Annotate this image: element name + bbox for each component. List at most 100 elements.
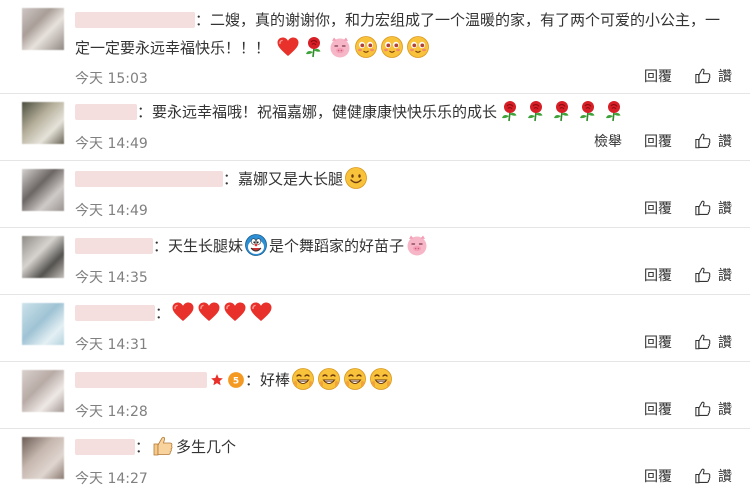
avatar[interactable]	[22, 169, 64, 211]
pig-icon	[405, 233, 429, 257]
comment-text-line1: ：二嫂，真的谢谢你，和力宏组成了一个温暖的家，有了两个可爱的小公主，一	[195, 11, 721, 29]
star-icon	[210, 373, 224, 387]
thumbs-up-icon	[694, 132, 712, 150]
like-label: 讚	[718, 469, 732, 485]
timestamp: 今天 15:03	[75, 71, 148, 87]
comment-separator: ：	[135, 438, 151, 456]
reply-button[interactable]: 回覆	[644, 131, 672, 151]
avatar[interactable]	[22, 236, 64, 278]
vip-level-icon[interactable]	[227, 371, 245, 389]
timestamp: 今天 14:49	[75, 136, 148, 152]
doraemon-icon	[244, 233, 268, 257]
reply-button[interactable]: 回覆	[644, 466, 672, 486]
comment-item: ：要永远幸福哦！祝福嘉娜，健健康康快快乐乐的成长 今天 14:49 檢舉 回覆 …	[0, 94, 750, 161]
thumbs-up-icon	[694, 266, 712, 284]
like-label: 讚	[718, 268, 732, 284]
like-label: 讚	[718, 402, 732, 418]
comment-text: ：二嫂，真的谢谢你，和力宏组成了一个温暖的家，有了两个可爱的小公主，一 定一定要…	[75, 6, 730, 62]
rose-icon	[498, 99, 522, 123]
comment-text-body: 多生几个	[176, 438, 237, 456]
like-button[interactable]: 讚	[694, 66, 732, 86]
heart-icon	[249, 300, 273, 324]
avatar[interactable]	[22, 370, 64, 412]
comment-actions: 回覆 讚	[622, 66, 732, 86]
comment-actions: 回覆 讚	[622, 198, 732, 218]
commenter-name[interactable]	[75, 305, 155, 321]
commenter-name[interactable]	[75, 12, 195, 28]
thumbs-up-icon	[694, 333, 712, 351]
like-label: 讚	[718, 69, 732, 85]
comment-text: ：天生长腿妹 是个舞蹈家的好苗子	[75, 232, 730, 260]
commenter-name[interactable]	[75, 238, 153, 254]
smiley-love-icon	[406, 35, 430, 59]
reply-button[interactable]: 回覆	[644, 265, 672, 285]
comment-text-line2: 定一定要永远幸福快乐！！！	[75, 39, 271, 57]
reply-button[interactable]: 回覆	[644, 198, 672, 218]
timestamp: 今天 14:49	[75, 203, 148, 219]
like-button[interactable]: 讚	[694, 332, 732, 352]
rose-icon	[576, 99, 600, 123]
heart-icon	[276, 35, 300, 59]
avatar[interactable]	[22, 8, 64, 50]
comment-text: ：要永远幸福哦！祝福嘉娜，健健康康快快乐乐的成长	[75, 98, 730, 126]
commenter-name[interactable]	[75, 372, 207, 388]
pig-icon	[328, 35, 352, 59]
comment-actions: 回覆 讚	[622, 466, 732, 486]
thumbs-up-icon	[694, 467, 712, 485]
like-button[interactable]: 讚	[694, 265, 732, 285]
grin-icon	[343, 367, 367, 391]
thumbs-up-icon	[694, 400, 712, 418]
avatar[interactable]	[22, 437, 64, 479]
like-label: 讚	[718, 134, 732, 150]
like-button[interactable]: 讚	[694, 198, 732, 218]
smiley-love-icon	[354, 35, 378, 59]
comment-text-after: 是个舞蹈家的好苗子	[269, 237, 405, 255]
comment-text: ： 多生几个	[75, 433, 730, 461]
comment-actions: 檢舉 回覆 讚	[572, 131, 732, 151]
avatar[interactable]	[22, 303, 64, 345]
comment-item: ：好棒 今天 14:28 回覆 讚	[0, 362, 750, 429]
commenter-name[interactable]	[75, 104, 137, 120]
comment-item: ： 多生几个 今天 14:27 回覆 讚	[0, 429, 750, 494]
comment-text-body: ：	[155, 304, 171, 322]
timestamp: 今天 14:31	[75, 337, 148, 353]
commenter-name[interactable]	[75, 171, 223, 187]
rose-icon	[602, 99, 626, 123]
comment-text-before: ：天生长腿妹	[153, 237, 244, 255]
comment-text-body: ：嘉娜又是大长腿	[223, 170, 344, 188]
comment-actions: 回覆 讚	[622, 332, 732, 352]
thumbs-up-icon	[694, 199, 712, 217]
smiley-love-icon	[380, 35, 404, 59]
grin-icon	[317, 367, 341, 391]
comment-text: ：	[75, 299, 730, 327]
commenter-name[interactable]	[75, 439, 135, 455]
comment-text: ：嘉娜又是大长腿	[75, 165, 730, 193]
comment-actions: 回覆 讚	[622, 265, 732, 285]
smile-icon	[344, 166, 368, 190]
like-button[interactable]: 讚	[694, 399, 732, 419]
heart-icon	[223, 300, 247, 324]
heart-icon	[197, 300, 221, 324]
reply-button[interactable]: 回覆	[644, 66, 672, 86]
thumbs-up-emoji-icon	[151, 434, 175, 458]
grin-icon	[369, 367, 393, 391]
timestamp: 今天 14:28	[75, 404, 148, 420]
comment-item: ：嘉娜又是大长腿 今天 14:49 回覆 讚	[0, 161, 750, 228]
like-label: 讚	[718, 335, 732, 351]
rose-icon	[550, 99, 574, 123]
reply-button[interactable]: 回覆	[644, 399, 672, 419]
grin-icon	[291, 367, 315, 391]
rose-icon	[302, 35, 326, 59]
comment-item: ：天生长腿妹 是个舞蹈家的好苗子 今天 14:35 回覆 讚	[0, 228, 750, 295]
comment-text: ：好棒	[75, 366, 730, 394]
timestamp: 今天 14:27	[75, 471, 148, 487]
comment-text-body: ：要永远幸福哦！祝福嘉娜，健健康康快快乐乐的成长	[137, 103, 498, 121]
comment-item: ：二嫂，真的谢谢你，和力宏组成了一个温暖的家，有了两个可爱的小公主，一 定一定要…	[0, 0, 750, 94]
rose-icon	[524, 99, 548, 123]
like-button[interactable]: 讚	[694, 131, 732, 151]
like-button[interactable]: 讚	[694, 466, 732, 486]
reply-button[interactable]: 回覆	[644, 332, 672, 352]
comment-item: ： 今天 14:31 回覆 讚	[0, 295, 750, 362]
report-button[interactable]: 檢舉	[594, 131, 622, 151]
avatar[interactable]	[22, 102, 64, 144]
